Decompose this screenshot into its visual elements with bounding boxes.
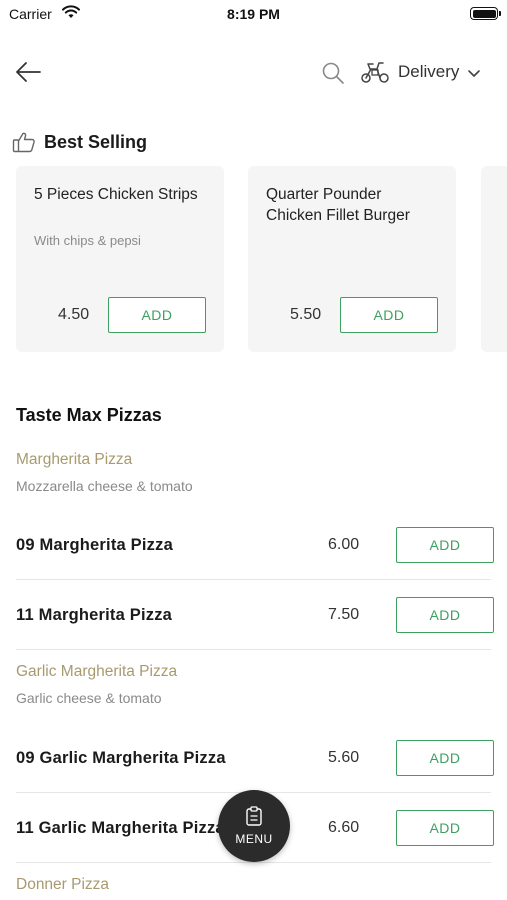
best-selling-header: Best Selling (12, 129, 147, 155)
add-button[interactable]: ADD (396, 527, 494, 563)
back-arrow-icon[interactable] (14, 60, 42, 84)
search-icon[interactable] (321, 61, 345, 85)
menu-item-name: 09 Margherita Pizza (16, 535, 173, 554)
delivery-selector[interactable]: Delivery (360, 56, 481, 88)
add-button[interactable]: ADD (108, 297, 206, 333)
status-time: 8:19 PM (227, 6, 280, 22)
chevron-down-icon (468, 69, 481, 77)
menu-item-price: 6.00 (328, 536, 360, 553)
delivery-label: Delivery (398, 62, 460, 81)
best-selling-card[interactable]: Quarter Pounder Chicken Fillet Burger 5.… (248, 166, 456, 352)
group-title: Garlic Margherita Pizza (16, 663, 178, 680)
row-divider (16, 649, 491, 650)
best-selling-card-peek[interactable] (481, 166, 507, 352)
app-screen: Carrier 8:19 PM Delivery Best Selling 5 … (0, 0, 507, 900)
add-button[interactable]: ADD (396, 597, 494, 633)
row-divider (16, 862, 491, 863)
card-item-name: Quarter Pounder Chicken Fillet Burger (266, 186, 410, 224)
menu-item-row: 11 Margherita Pizza 7.50 ADD (0, 580, 507, 650)
menu-item-price: 7.50 (328, 606, 360, 623)
clipboard-icon (246, 806, 262, 826)
group-title: Margherita Pizza (16, 451, 133, 468)
battery-icon (470, 7, 501, 20)
best-selling-card[interactable]: 5 Pieces Chicken Strips With chips & pep… (16, 166, 224, 352)
card-item-description: With chips & pepsi (34, 233, 141, 248)
add-button[interactable]: ADD (396, 740, 494, 776)
nav-bar: Delivery (0, 48, 507, 96)
card-item-name: 5 Pieces Chicken Strips (34, 186, 198, 203)
menu-item-price: 6.60 (328, 819, 360, 836)
menu-fab-button[interactable]: MENU (218, 790, 290, 862)
card-item-price: 4.50 (58, 306, 90, 323)
menu-fab-label: MENU (235, 832, 273, 846)
group-description: Mozzarella cheese & tomato (16, 478, 193, 494)
group-description: Garlic cheese & tomato (16, 690, 162, 706)
best-selling-title: Best Selling (44, 131, 148, 152)
section-title: Taste Max Pizzas (16, 405, 162, 425)
add-button[interactable]: ADD (340, 297, 438, 333)
card-item-price: 5.50 (290, 306, 322, 323)
menu-item-name: 11 Margherita Pizza (16, 605, 173, 624)
thumbs-up-icon (12, 132, 35, 153)
scooter-icon (361, 62, 389, 83)
menu-item-name: 09 Garlic Margherita Pizza (16, 748, 226, 767)
menu-item-name: 11 Garlic Margherita Pizza (16, 818, 225, 837)
menu-item-price: 5.60 (328, 749, 360, 766)
add-button[interactable]: ADD (396, 810, 494, 846)
menu-item-row: 09 Garlic Margherita Pizza 5.60 ADD (0, 723, 507, 793)
group-title: Donner Pizza (16, 876, 110, 893)
status-bar: Carrier 8:19 PM (0, 0, 507, 30)
menu-item-row: 09 Margherita Pizza 6.00 ADD (0, 510, 507, 580)
